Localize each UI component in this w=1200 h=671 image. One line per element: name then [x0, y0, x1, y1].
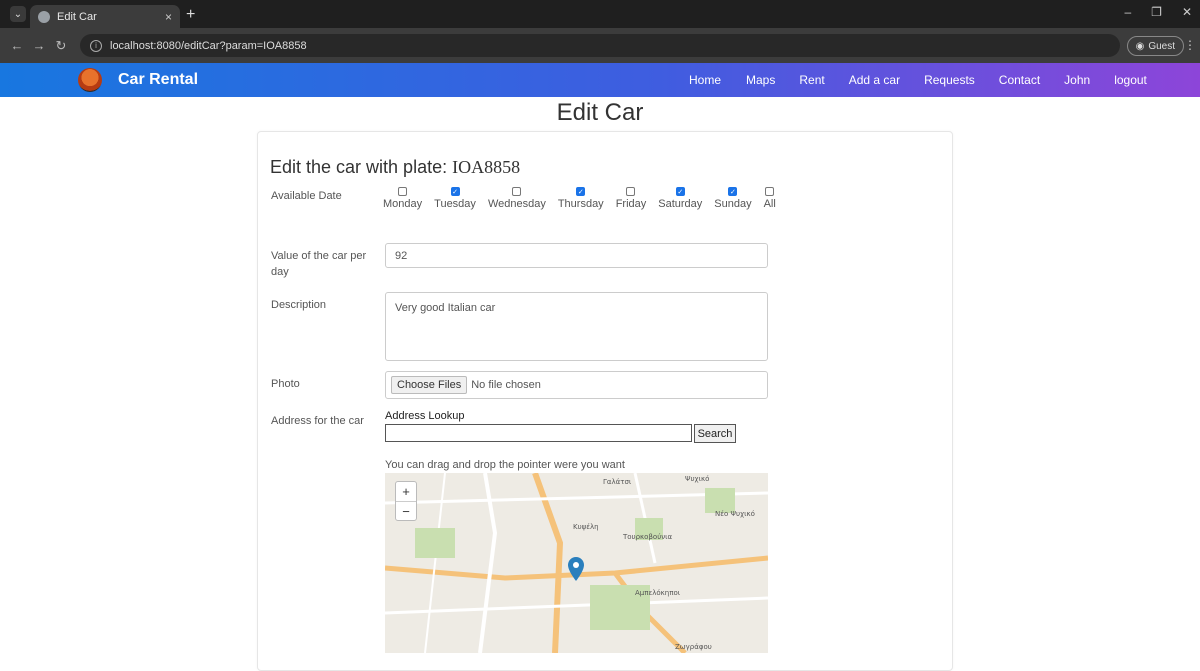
window-controls: – ❐ ✕: [1124, 5, 1192, 19]
file-status: No file chosen: [471, 379, 541, 391]
browser-menu-icon[interactable]: ⋮: [1184, 38, 1196, 52]
value-per-day-input[interactable]: 92: [385, 243, 768, 268]
photo-label: Photo: [271, 378, 300, 390]
tab-search-menu-icon[interactable]: ⌄: [10, 6, 26, 22]
checkbox-friday[interactable]: [626, 187, 636, 196]
day-wednesday[interactable]: Wednesday: [488, 187, 546, 210]
address-lookup-input[interactable]: [385, 424, 692, 442]
url-input[interactable]: i localhost:8080/editCar?param=IOA8858: [80, 34, 1120, 57]
back-icon[interactable]: ←: [6, 38, 28, 53]
tab-title: Edit Car: [57, 10, 97, 23]
day-label: Tuesday: [434, 198, 476, 210]
nav-contact[interactable]: Contact: [999, 73, 1040, 87]
available-date-label: Available Date: [271, 190, 342, 202]
map-place-label: Κυψέλη: [573, 523, 599, 531]
guest-profile-button[interactable]: ◉ Guest: [1126, 36, 1184, 56]
card-title-prefix: Edit the car with plate:: [270, 157, 453, 177]
address-label: Address for the car: [271, 415, 364, 427]
address-bar-row: ← → ↻ i localhost:8080/editCar?param=IOA…: [0, 28, 1200, 63]
map-place-label: Τουρκοβούνια: [623, 533, 673, 541]
address-lookup-label: Address Lookup: [385, 410, 465, 422]
nav-maps[interactable]: Maps: [746, 73, 775, 87]
map-place-label: Νέο Ψυχικό: [715, 510, 755, 518]
checkbox-wednesday[interactable]: [512, 187, 522, 196]
checkbox-monday[interactable]: [398, 187, 408, 196]
card-title: Edit the car with plate: IOA8858: [270, 157, 520, 178]
site-info-icon[interactable]: i: [90, 39, 102, 52]
map-place-label: Ζωγράφου: [675, 643, 712, 651]
nav-rent[interactable]: Rent: [799, 73, 824, 87]
page-title: Edit Car: [556, 99, 644, 126]
photo-file-input[interactable]: Choose Files No file chosen: [385, 371, 768, 399]
day-all[interactable]: All: [764, 187, 776, 210]
tab-favicon-icon: [38, 10, 50, 23]
guest-label: Guest: [1148, 40, 1175, 52]
map-zoom-control: + −: [395, 481, 417, 521]
plate-number: IOA8858: [452, 157, 521, 177]
nav-home[interactable]: Home: [689, 73, 721, 87]
checkbox-all[interactable]: [765, 187, 775, 196]
zoom-in-button[interactable]: +: [396, 482, 416, 501]
map-marker-icon[interactable]: [568, 557, 584, 581]
day-label: Sunday: [714, 198, 752, 210]
day-label: Monday: [383, 198, 423, 210]
tab-close-icon[interactable]: ×: [165, 10, 172, 24]
nav-user-john[interactable]: John: [1064, 73, 1090, 87]
map-place-label: Γαλάτσι: [603, 478, 632, 486]
profile-icon: ◉: [1135, 40, 1145, 52]
day-saturday[interactable]: ✓ Saturday: [658, 187, 702, 210]
browser-tab[interactable]: Edit Car ×: [30, 5, 180, 28]
day-thursday[interactable]: ✓ Thursday: [558, 187, 604, 210]
zoom-out-button[interactable]: −: [396, 501, 416, 520]
available-days-group: Monday ✓ Tuesday Wednesday ✓ Thursday Frid…: [383, 187, 788, 210]
map-place-label: Αμπελόκηποι: [635, 589, 681, 597]
description-textarea[interactable]: Very good Italian car: [385, 292, 768, 361]
day-label: Saturday: [658, 198, 703, 210]
close-window-icon[interactable]: ✕: [1182, 5, 1192, 19]
day-friday[interactable]: Friday: [615, 187, 647, 210]
day-monday[interactable]: Monday: [383, 187, 422, 210]
value-label: Value of the car per day: [271, 250, 367, 278]
day-label: All: [763, 198, 776, 210]
checkbox-saturday[interactable]: ✓: [675, 187, 685, 196]
day-label: Friday: [615, 198, 647, 210]
description-label: Description: [271, 299, 327, 311]
day-tuesday[interactable]: ✓ Tuesday: [434, 187, 476, 210]
car-rental-logo-icon[interactable]: [78, 68, 102, 92]
url-text: localhost:8080/editCar?param=IOA8858: [110, 39, 307, 52]
checkbox-sunday[interactable]: ✓: [728, 187, 738, 196]
search-button[interactable]: Search: [694, 424, 736, 443]
brand-name[interactable]: Car Rental: [118, 71, 198, 89]
restore-icon[interactable]: ❐: [1151, 5, 1162, 19]
checkbox-tuesday[interactable]: ✓: [450, 187, 460, 196]
address-map[interactable]: + − Γαλάτσι Ψυχικό Νέο Ψυχικό Κυψέλη Του…: [385, 473, 768, 653]
new-tab-icon[interactable]: +: [186, 6, 195, 24]
day-label: Thursday: [557, 198, 604, 210]
nav-menu: Home Maps Rent Add a car Requests Contac…: [689, 73, 1147, 87]
forward-icon[interactable]: →: [28, 38, 50, 53]
minimize-icon[interactable]: –: [1124, 5, 1131, 19]
day-label: Wednesday: [487, 198, 546, 210]
reload-icon[interactable]: ↻: [50, 38, 72, 54]
checkbox-thursday[interactable]: ✓: [576, 187, 586, 196]
nav-add-a-car[interactable]: Add a car: [849, 73, 900, 87]
nav-requests[interactable]: Requests: [924, 73, 975, 87]
nav-logout[interactable]: logout: [1114, 73, 1147, 87]
choose-files-button[interactable]: Choose Files: [391, 376, 468, 394]
site-navbar: Car Rental Home Maps Rent Add a car Requ…: [0, 63, 1200, 97]
day-sunday[interactable]: ✓ Sunday: [714, 187, 752, 210]
browser-tab-bar: ⌄ Edit Car × + – ❐ ✕: [0, 0, 1200, 28]
drag-hint-text: You can drag and drop the pointer were y…: [385, 459, 625, 471]
map-place-label: Ψυχικό: [685, 475, 710, 483]
